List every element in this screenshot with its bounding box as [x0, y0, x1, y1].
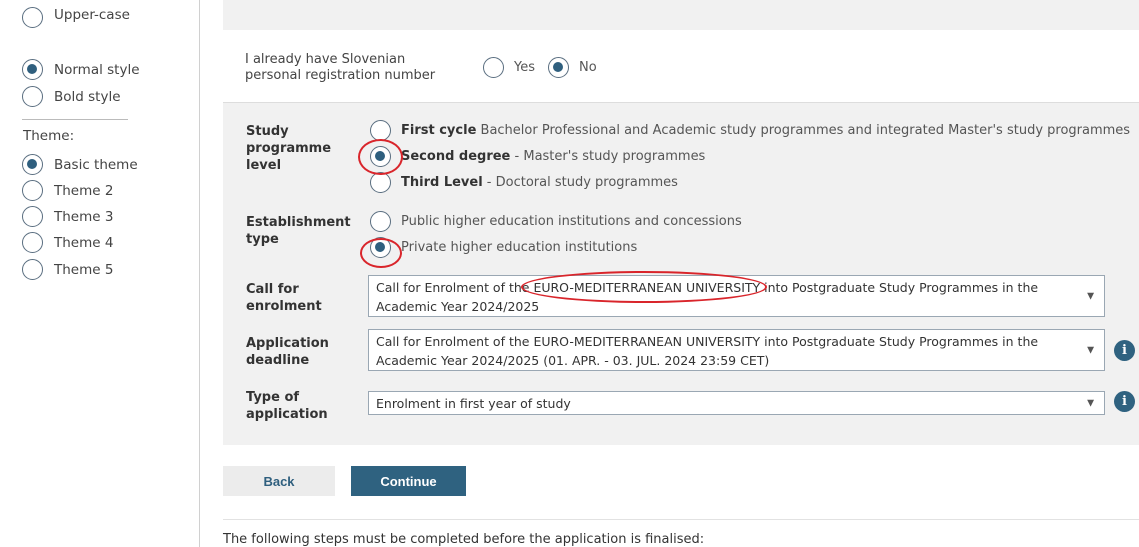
radio-registration-yes[interactable] — [483, 57, 504, 78]
radio-registration-no[interactable] — [548, 57, 569, 78]
deadline-label: Application deadline — [246, 336, 329, 368]
private-institutions-option: Private higher education institutions — [401, 240, 638, 255]
app-type-select-value: Enrolment in first year of study — [376, 396, 571, 411]
theme-heading: Theme: — [23, 128, 75, 144]
chevron-down-icon: ▼ — [1087, 398, 1094, 409]
radio-first-cycle[interactable] — [370, 120, 391, 141]
radio-normal-style[interactable] — [22, 59, 43, 80]
public-institutions-option: Public higher education institutions and… — [401, 214, 742, 229]
call-label: Call for enrolment — [246, 282, 322, 314]
footer-steps-text: The following steps must be completed be… — [223, 532, 705, 547]
app-type-label: Type of application — [246, 390, 328, 422]
radio-theme-5[interactable] — [22, 259, 43, 280]
radio-private-institutions[interactable] — [370, 237, 391, 258]
basic-theme-label: Basic theme — [54, 157, 138, 173]
establishment-label: Establishment type — [246, 215, 351, 247]
previous-section-panel — [223, 0, 1139, 30]
chevron-down-icon: ▼ — [1087, 291, 1094, 302]
radio-second-degree[interactable] — [370, 146, 391, 167]
radio-theme-4[interactable] — [22, 232, 43, 253]
registration-no-label: No — [579, 60, 597, 75]
app-type-select[interactable]: Enrolment in first year of study ▼ — [368, 391, 1105, 415]
deadline-select-value: Call for Enrolment of the EURO-MEDITERRA… — [376, 334, 1039, 368]
registration-question: I already have Slovenian personal regist… — [245, 52, 436, 83]
info-icon[interactable]: i — [1114, 340, 1135, 361]
radio-third-level[interactable] — [370, 172, 391, 193]
sidebar-divider — [22, 119, 128, 120]
theme-4-label: Theme 4 — [54, 235, 114, 251]
sidebar: Upper-case Normal style Bold style Theme… — [0, 0, 200, 547]
theme-3-label: Theme 3 — [54, 209, 114, 225]
footer-divider — [223, 519, 1139, 520]
radio-theme-2[interactable] — [22, 180, 43, 201]
back-button[interactable]: Back — [223, 466, 335, 496]
bold-style-label: Bold style — [54, 89, 121, 105]
radio-public-institutions[interactable] — [370, 211, 391, 232]
call-select[interactable]: Call for Enrolment of the EURO-MEDITERRA… — [368, 275, 1105, 317]
radio-theme-3[interactable] — [22, 206, 43, 227]
first-cycle-option: First cycle Bachelor Professional and Ac… — [401, 123, 1131, 138]
info-icon[interactable]: i — [1114, 391, 1135, 412]
normal-style-label: Normal style — [54, 62, 140, 78]
theme-5-label: Theme 5 — [54, 262, 114, 278]
second-degree-option: Second degree - Master's study programme… — [401, 149, 706, 164]
radio-basic-theme[interactable] — [22, 154, 43, 175]
radio-upper-case[interactable] — [22, 7, 43, 28]
chevron-down-icon: ▼ — [1087, 345, 1094, 356]
continue-button[interactable]: Continue — [351, 466, 466, 496]
registration-yes-label: Yes — [514, 60, 535, 75]
theme-2-label: Theme 2 — [54, 183, 114, 199]
upper-case-label: Upper-case — [54, 7, 130, 23]
call-select-value: Call for Enrolment of the EURO-MEDITERRA… — [376, 280, 1039, 314]
study-level-label: Study programme level — [246, 124, 332, 173]
radio-bold-style[interactable] — [22, 86, 43, 107]
third-level-option: Third Level - Doctoral study programmes — [401, 175, 678, 190]
deadline-select[interactable]: Call for Enrolment of the EURO-MEDITERRA… — [368, 329, 1105, 371]
